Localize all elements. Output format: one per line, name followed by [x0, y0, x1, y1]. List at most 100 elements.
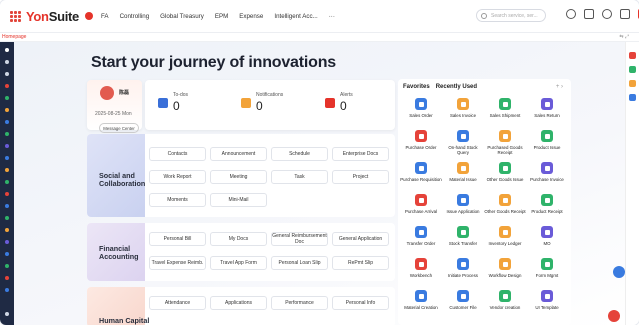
- menu-item-intelligent-acc[interactable]: Intelligent Acc...: [274, 13, 317, 20]
- favorite-app-tile[interactable]: Sales Order: [400, 98, 442, 118]
- todos-count[interactable]: 0: [173, 99, 180, 113]
- fullscreen-icon[interactable]: [620, 9, 630, 19]
- favorite-app-tile[interactable]: Purchased Goods Receipt: [484, 130, 526, 155]
- menu-icon[interactable]: [5, 60, 9, 64]
- sidebar-app-icon[interactable]: [5, 276, 9, 280]
- sidebar-app-icon[interactable]: [5, 84, 9, 88]
- favorite-app-tile[interactable]: Customer File: [442, 290, 484, 310]
- todos-label[interactable]: To-dos: [173, 92, 188, 98]
- favorite-app-tile[interactable]: Transfer Order: [400, 226, 442, 246]
- sidebar-app-icon[interactable]: [5, 144, 9, 148]
- menu-more[interactable]: ···: [329, 13, 335, 20]
- favorite-app-tile[interactable]: Material Creation: [400, 290, 442, 310]
- tile-enterprise-docs[interactable]: Enterprise Docs: [332, 147, 389, 161]
- tile-moments[interactable]: Moments: [149, 193, 206, 207]
- sidebar-app-icon[interactable]: [5, 108, 9, 112]
- sidebar-app-icon[interactable]: [5, 252, 9, 256]
- favorite-app-tile[interactable]: Workflow Design: [484, 258, 526, 278]
- brand-logo[interactable]: YonSuite: [26, 9, 79, 24]
- tile-announcement[interactable]: Announcement: [210, 147, 267, 161]
- sidebar-app-icon[interactable]: [5, 156, 9, 160]
- favorite-app-tile[interactable]: Sales Return: [526, 98, 568, 118]
- menu-item-fa[interactable]: FA: [101, 13, 109, 20]
- notifications-count[interactable]: 0: [256, 99, 263, 113]
- favorite-app-tile[interactable]: Inventory Ledger: [484, 226, 526, 246]
- alerts-label[interactable]: Alerts: [340, 92, 353, 98]
- sidebar-app-icon[interactable]: [5, 288, 9, 292]
- favorite-app-tile[interactable]: Form Mgmt: [526, 258, 568, 278]
- message-center-button[interactable]: Message Center: [99, 123, 139, 133]
- sidebar-app-icon[interactable]: [5, 180, 9, 184]
- favorite-app-tile[interactable]: Sales Shipment: [484, 98, 526, 118]
- favorite-app-tile[interactable]: UI Template: [526, 290, 568, 310]
- favorite-app-tile[interactable]: Workbench: [400, 258, 442, 278]
- favorite-app-tile[interactable]: MO: [526, 226, 568, 246]
- tile-performance[interactable]: Performance: [271, 296, 328, 310]
- sidebar-app-icon[interactable]: [5, 132, 9, 136]
- message-icon[interactable]: [584, 9, 594, 19]
- favorite-app-tile[interactable]: Product Receipt: [526, 194, 568, 214]
- favorite-app-tile[interactable]: Other Goods Receipt: [484, 194, 526, 214]
- tile-meeting[interactable]: Meeting: [210, 170, 267, 184]
- help-icon[interactable]: [566, 9, 576, 19]
- menu-item-epm[interactable]: EPM: [215, 13, 228, 20]
- tile-project[interactable]: Project: [332, 170, 389, 184]
- tile-general-application[interactable]: General Application: [332, 232, 389, 246]
- sidebar-app-icon[interactable]: [5, 96, 9, 100]
- rail-app-icon[interactable]: [629, 52, 636, 59]
- tile-travel-app-form[interactable]: Travel App Form: [210, 256, 267, 270]
- favorite-app-tile[interactable]: Issue Application: [442, 194, 484, 214]
- favorite-app-tile[interactable]: Purchase Order: [400, 130, 442, 150]
- search-icon[interactable]: [5, 48, 9, 52]
- search-input[interactable]: Search service, ser...: [476, 9, 546, 22]
- tile-contacts[interactable]: Contacts: [149, 147, 206, 161]
- tile-personal-loan-slip[interactable]: Personal Loan Slip: [271, 256, 328, 270]
- rail-app-icon[interactable]: [629, 66, 636, 73]
- settings-icon[interactable]: [602, 9, 612, 19]
- tab-recently-used[interactable]: Recently Used: [436, 84, 477, 90]
- sidebar-app-icon[interactable]: [5, 204, 9, 208]
- favorite-app-tile[interactable]: Other Goods Issue: [484, 162, 526, 182]
- sidebar-app-icon[interactable]: [5, 120, 9, 124]
- app-grid-icon[interactable]: [10, 11, 21, 22]
- tab-controls-icon[interactable]: ⇆ ⤢: [619, 34, 629, 40]
- menu-item-global-treasury[interactable]: Global Treasury: [160, 13, 204, 20]
- favorites-icon[interactable]: [5, 72, 9, 76]
- tile-general-reimbursement-doc[interactable]: General Reimbursement Doc: [271, 232, 328, 246]
- tile-my-docs[interactable]: My Docs: [210, 232, 267, 246]
- favorite-app-tile[interactable]: Material Issue: [442, 162, 484, 182]
- menu-item-expense[interactable]: Expense: [239, 13, 263, 20]
- tile-personal-bill[interactable]: Personal Bill: [149, 232, 206, 246]
- alerts-count[interactable]: 0: [340, 99, 347, 113]
- tile-personal-info[interactable]: Personal Info: [332, 296, 389, 310]
- menu-item-controlling[interactable]: Controlling: [120, 13, 150, 20]
- home-icon[interactable]: [85, 12, 93, 20]
- sidebar-settings-icon[interactable]: [5, 312, 9, 316]
- favorite-app-tile[interactable]: Purchase Arrival: [400, 194, 442, 214]
- rail-app-icon[interactable]: [629, 94, 636, 101]
- tile-work-report[interactable]: Work Report: [149, 170, 206, 184]
- rail-app-icon[interactable]: [629, 80, 636, 87]
- tile-travel-expense-reimb[interactable]: Travel Expense Reimb.: [149, 256, 206, 270]
- favorite-app-tile[interactable]: Stock Transfer: [442, 226, 484, 246]
- favorite-app-tile[interactable]: Vendor creation: [484, 290, 526, 310]
- sidebar-app-icon[interactable]: [5, 192, 9, 196]
- tile-attendance[interactable]: Attendance: [149, 296, 206, 310]
- notifications-label[interactable]: Notifications: [256, 92, 283, 98]
- sidebar-app-icon[interactable]: [5, 240, 9, 244]
- tile-applications[interactable]: Applications: [210, 296, 267, 310]
- favorite-app-tile[interactable]: Product Issue: [526, 130, 568, 150]
- favorite-app-tile[interactable]: Purchase Requisition: [400, 162, 442, 182]
- tile-task[interactable]: Task: [271, 170, 328, 184]
- tile-repmt-slip[interactable]: RePmt Slip: [332, 256, 389, 270]
- avatar[interactable]: [100, 86, 114, 100]
- float-feedback-icon[interactable]: [608, 310, 620, 322]
- sidebar-app-icon[interactable]: [5, 168, 9, 172]
- favorite-app-tile[interactable]: Sales Invoice: [442, 98, 484, 118]
- sidebar-app-icon[interactable]: [5, 216, 9, 220]
- tile-schedule[interactable]: Schedule: [271, 147, 328, 161]
- tab-homepage[interactable]: Homepage: [2, 34, 26, 40]
- sidebar-app-icon[interactable]: [5, 264, 9, 268]
- tab-favorites[interactable]: Favorites: [403, 84, 430, 90]
- favorites-controls[interactable]: + ›: [556, 84, 563, 90]
